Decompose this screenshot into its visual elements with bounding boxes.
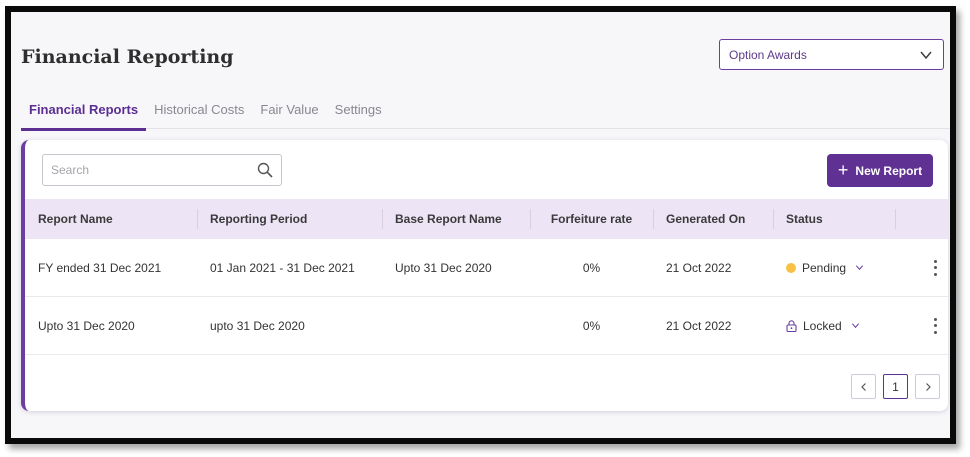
chevron-left-icon xyxy=(860,382,866,391)
status-badge: Pending xyxy=(802,260,847,275)
award-type-dropdown[interactable]: Option Awards xyxy=(719,39,944,70)
dropdown-value: Option Awards xyxy=(729,47,807,62)
column-header-reporting-period[interactable]: Reporting Period xyxy=(197,199,382,239)
plus-icon: + xyxy=(837,159,849,180)
table-row[interactable]: FY ended 31 Dec 2021 01 Jan 2021 - 31 De… xyxy=(25,239,948,297)
status-dropdown[interactable]: Locked xyxy=(786,319,860,333)
chevron-down-icon xyxy=(851,323,859,329)
chevron-down-icon xyxy=(920,51,932,59)
chevron-down-icon xyxy=(855,265,864,271)
pagination: 1 xyxy=(851,374,940,399)
search-icon[interactable] xyxy=(257,162,273,178)
search-input[interactable] xyxy=(51,163,241,177)
cell-reporting-period: upto 31 Dec 2020 xyxy=(210,318,305,333)
page-title: Financial Reporting xyxy=(21,46,234,68)
new-report-label: New Report xyxy=(855,163,923,178)
tab-settings[interactable]: Settings xyxy=(327,99,390,129)
app-window: Financial Reporting Option Awards Financ… xyxy=(5,6,956,444)
pending-dot-icon xyxy=(786,262,796,273)
status-dropdown[interactable]: Pending xyxy=(786,261,864,275)
next-page-button[interactable] xyxy=(915,374,940,399)
cell-generated-on: 21 Oct 2022 xyxy=(666,318,732,333)
column-header-generated-on[interactable]: Generated On xyxy=(653,199,773,239)
status-badge: Locked xyxy=(803,318,842,333)
cell-forfeiture-rate: 0% xyxy=(582,318,601,333)
tab-historical-costs[interactable]: Historical Costs xyxy=(146,99,252,129)
cell-status: Locked xyxy=(773,297,895,354)
page-number-button[interactable]: 1 xyxy=(883,374,908,399)
chevron-right-icon xyxy=(925,382,931,391)
lock-icon xyxy=(786,319,797,332)
cell-base-report: Upto 31 Dec 2020 xyxy=(395,260,492,275)
cell-reporting-period: 01 Jan 2021 - 31 Dec 2021 xyxy=(210,260,355,275)
tab-bar: Financial Reports Historical Costs Fair … xyxy=(21,99,950,131)
cell-generated-on: 21 Oct 2022 xyxy=(666,260,732,275)
cell-forfeiture-rate: 0% xyxy=(582,260,601,275)
column-header-forfeiture-rate[interactable]: Forfeiture rate xyxy=(530,199,653,239)
table-header: Report Name Reporting Period Base Report… xyxy=(25,199,948,239)
prev-page-button[interactable] xyxy=(851,374,876,399)
column-header-actions xyxy=(895,199,948,239)
tab-fair-value[interactable]: Fair Value xyxy=(252,99,326,129)
cell-base-report xyxy=(382,297,530,354)
cell-status: Pending xyxy=(773,239,895,296)
more-options-icon[interactable] xyxy=(934,259,938,276)
cell-report-name: Upto 31 Dec 2020 xyxy=(38,318,135,333)
reports-card: + New Report Report Name Reporting Perio… xyxy=(21,140,948,411)
reports-table: Report Name Reporting Period Base Report… xyxy=(25,199,948,355)
column-header-base-report-name[interactable]: Base Report Name xyxy=(382,199,530,239)
table-row[interactable]: Upto 31 Dec 2020 upto 31 Dec 2020 0% 21 … xyxy=(25,297,948,355)
search-box[interactable] xyxy=(42,154,282,186)
column-header-status[interactable]: Status xyxy=(773,199,895,239)
column-header-report-name[interactable]: Report Name xyxy=(25,199,197,239)
cell-report-name: FY ended 31 Dec 2021 xyxy=(38,260,162,275)
new-report-button[interactable]: + New Report xyxy=(827,154,933,187)
tab-financial-reports[interactable]: Financial Reports xyxy=(21,99,147,131)
cell-actions xyxy=(895,297,948,354)
more-options-icon[interactable] xyxy=(934,317,938,334)
cell-actions xyxy=(895,239,948,296)
